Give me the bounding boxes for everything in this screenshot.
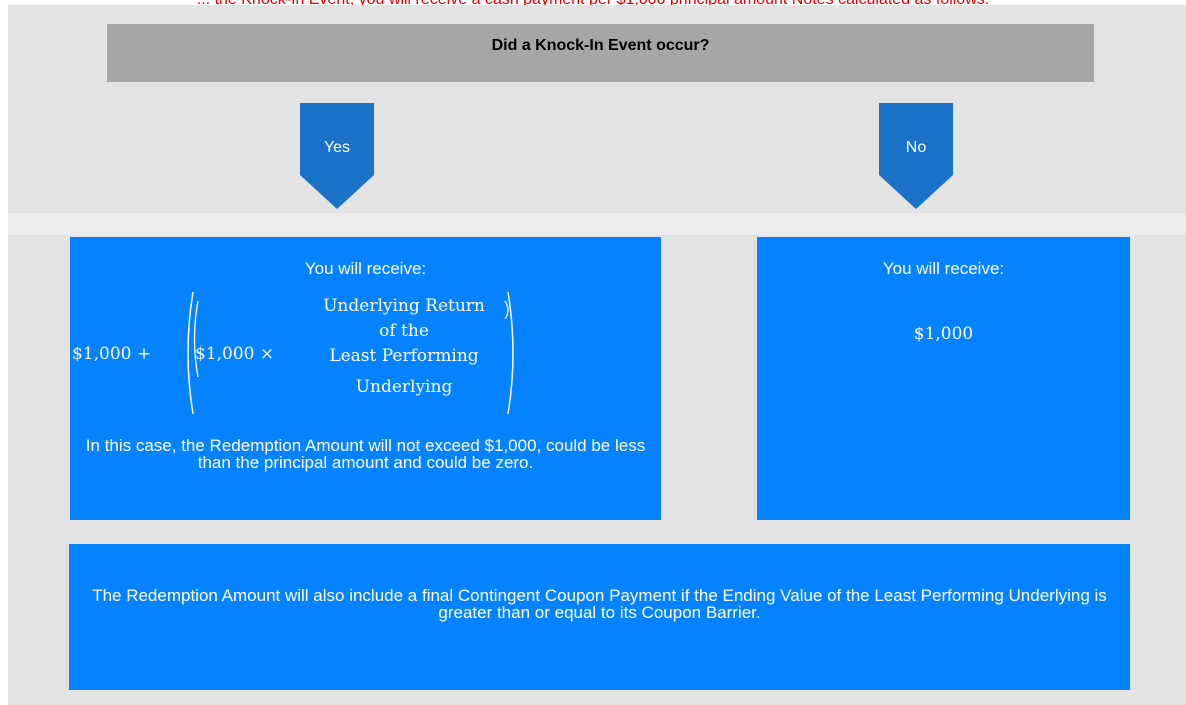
left-paren-inner — [193, 300, 199, 378]
question-banner: Did a Knock-In Event occur? — [107, 24, 1094, 82]
yes-outcome-box: You will receive: $1,000 + $1,000 × Unde… — [70, 237, 661, 520]
no-outcome-box: You will receive: $1,000 — [757, 237, 1130, 520]
fraction-line-4: Underlying — [355, 377, 453, 397]
no-label: No — [905, 139, 927, 156]
yes-arrow: Yes — [300, 103, 374, 209]
footer-box: The Redemption Amount will also include … — [69, 544, 1130, 690]
right-paren-outer — [507, 291, 514, 415]
fraction-line-3: Least Performing — [329, 346, 479, 366]
yes-box-note: In this case, the Redemption Amount will… — [85, 436, 646, 472]
fraction-line-2: of the — [379, 321, 429, 341]
yes-label: Yes — [323, 139, 351, 156]
formula-prefix: $1,000 + — [72, 344, 152, 364]
fraction-line-1: Underlying Return — [323, 296, 485, 316]
no-box-amount: $1,000 — [913, 324, 974, 344]
footer-text: The Redemption Amount will also include … — [92, 586, 1107, 622]
no-arrow: No — [879, 103, 953, 209]
yes-box-title: You will receive: — [304, 259, 427, 278]
formula-inner: $1,000 × — [195, 344, 275, 364]
background-divider — [8, 213, 1186, 235]
diagram-canvas: ... the Knock-In Event, you will receive… — [0, 0, 1186, 705]
no-box-title: You will receive: — [882, 259, 1005, 278]
